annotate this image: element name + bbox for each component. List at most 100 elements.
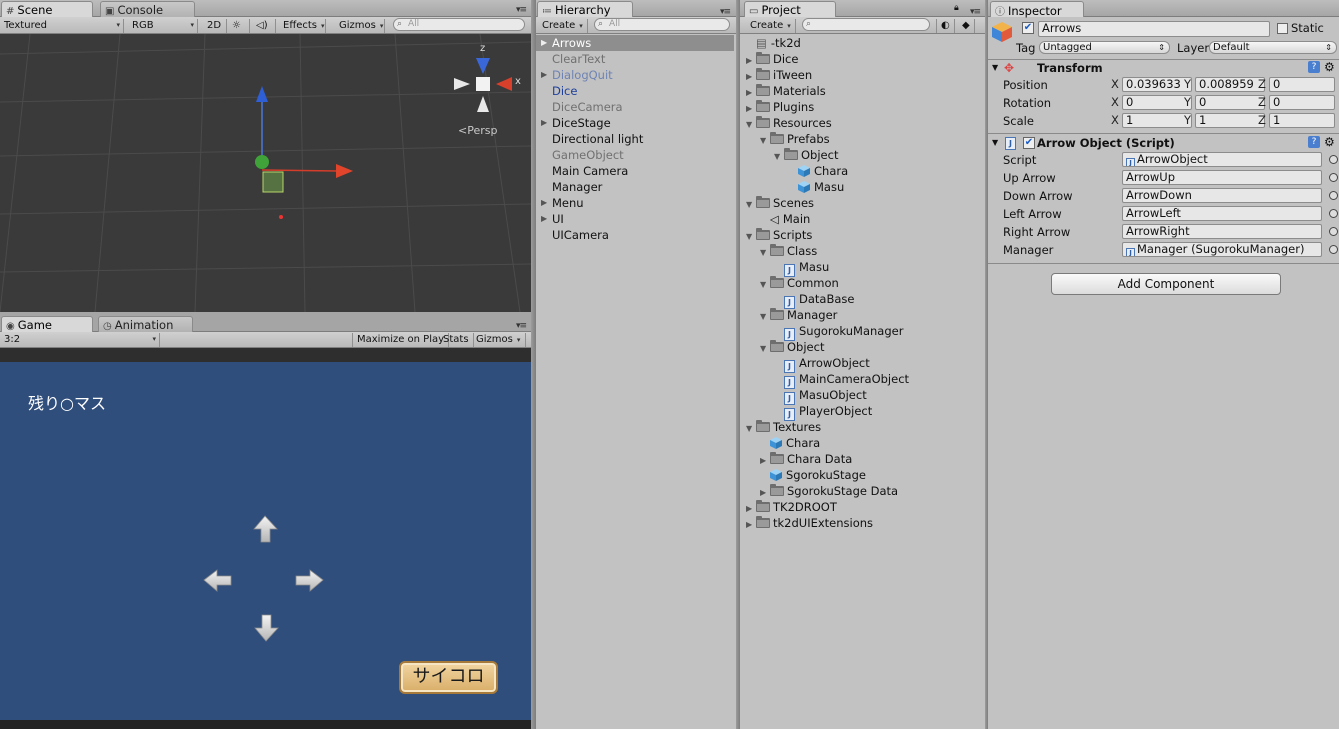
hierarchy-item[interactable]: ▶ DiceStage (536, 115, 734, 131)
project-item[interactable]: SgorokuStage (760, 467, 866, 483)
project-item[interactable]: ▼ Common (760, 275, 839, 291)
project-item[interactable]: J ArrowObject (774, 355, 870, 373)
object-picker-icon[interactable] (1329, 227, 1338, 236)
project-item[interactable]: Chara (760, 435, 820, 451)
component-enabled-checkbox[interactable]: ✔ (1023, 137, 1035, 149)
project-item[interactable]: ▤ -tk2d (746, 35, 801, 51)
object-picker-icon[interactable] (1329, 173, 1338, 182)
collapse-arrow-icon[interactable]: ▼ (746, 117, 756, 133)
collapse-arrow-icon[interactable]: ▼ (774, 149, 784, 165)
arrow-left-button[interactable] (203, 569, 232, 592)
effects-dropdown[interactable]: Effects ▾ (279, 19, 326, 33)
arrow-down-button[interactable] (254, 614, 279, 642)
hierarchy-item[interactable]: ClearText (536, 51, 734, 67)
project-item[interactable]: J MasuObject (774, 387, 867, 405)
arrow-right-button[interactable] (295, 569, 324, 592)
lighting-toggle[interactable]: ☼ (228, 19, 250, 33)
color-mode-dropdown[interactable]: RGB ▾ (128, 19, 198, 33)
transform-x-field[interactable]: 0.039633 (1122, 77, 1192, 92)
project-item[interactable]: ▼ Scripts (746, 227, 812, 243)
project-item[interactable]: ▶ tk2dUIExtensions (746, 515, 873, 531)
project-item[interactable]: ▼ Scenes (746, 195, 814, 211)
object-reference-field[interactable]: J Manager (SugorokuManager) (1122, 242, 1322, 257)
hierarchy-item[interactable]: ▶ UI (536, 211, 734, 227)
collapse-arrow-icon[interactable]: ▼ (760, 309, 770, 325)
collapse-arrow-icon[interactable]: ▼ (746, 421, 756, 437)
expand-arrow-icon[interactable]: ▶ (746, 517, 756, 533)
object-picker-icon[interactable] (1329, 209, 1338, 218)
project-item[interactable]: J Masu (774, 259, 829, 277)
tab-console[interactable]: ▣ Console (100, 1, 195, 17)
object-reference-field[interactable]: ArrowDown (1122, 188, 1322, 203)
project-item[interactable]: ▶ iTween (746, 67, 812, 83)
hierarchy-item[interactable]: GameObject (536, 147, 734, 163)
project-item[interactable]: ▶ Plugins (746, 99, 814, 115)
collapse-arrow-icon[interactable]: ▼ (760, 277, 770, 293)
hierarchy-search-input[interactable]: ⌕ All (594, 18, 730, 31)
collapse-arrow-icon[interactable]: ▼ (746, 229, 756, 245)
layer-dropdown[interactable]: Default ⇕ (1209, 41, 1337, 54)
gizmos-dropdown[interactable]: Gizmos ▾ (335, 19, 385, 33)
transform-z-field[interactable]: 0 (1269, 77, 1335, 92)
mode-2d-button[interactable]: 2D (203, 19, 227, 33)
help-icon[interactable]: ? (1308, 61, 1320, 73)
object-reference-field[interactable]: ArrowLeft (1122, 206, 1322, 221)
transform-x-field[interactable]: 1 (1122, 113, 1192, 128)
transform-y-field[interactable]: 0.008959 (1195, 77, 1265, 92)
project-item[interactable]: ▼ Resources (746, 115, 832, 131)
project-item[interactable]: Chara (788, 163, 848, 179)
filter-label-button[interactable]: ◆ (958, 19, 975, 33)
panel-menu-icon[interactable]: ▾≡ (970, 8, 982, 17)
collapse-arrow-icon[interactable]: ▼ (760, 245, 770, 261)
transform-z-field[interactable]: 1 (1269, 113, 1335, 128)
scene-viewport[interactable] (0, 34, 531, 312)
project-item[interactable]: ▼ Textures (746, 419, 821, 435)
gear-icon[interactable]: ⚙ (1324, 135, 1335, 149)
panel-menu-icon[interactable]: ▾≡ (720, 8, 732, 17)
stats-toggle[interactable]: Stats (439, 333, 474, 347)
filter-type-button[interactable]: ◐ (936, 19, 955, 33)
transform-y-field[interactable]: 0 (1195, 95, 1265, 110)
collapse-arrow-icon[interactable]: ▼ (760, 133, 770, 149)
project-item[interactable]: ▼ Class (760, 243, 817, 259)
project-item[interactable]: ▼ Prefabs (760, 131, 830, 147)
project-item[interactable]: J PlayerObject (774, 403, 872, 421)
gear-icon[interactable]: ⚙ (1324, 60, 1335, 74)
tab-inspector[interactable]: ⓘ Inspector (990, 1, 1084, 18)
maximize-on-play-toggle[interactable]: Maximize on Play (352, 333, 450, 347)
tag-dropdown[interactable]: Untagged ⇕ (1039, 41, 1170, 54)
audio-toggle[interactable]: ◁) (252, 19, 276, 33)
expand-arrow-icon[interactable]: ▶ (541, 35, 547, 51)
transform-z-field[interactable]: 0 (1269, 95, 1335, 110)
hierarchy-item[interactable]: ▶ DialogQuit (536, 67, 734, 83)
project-item[interactable]: ▶ Chara Data (760, 451, 852, 467)
project-item[interactable]: ▶ Dice (746, 51, 798, 67)
lock-icon[interactable]: 🔒︎ (954, 3, 959, 13)
hierarchy-item[interactable]: ▶ Menu (536, 195, 734, 211)
tab-scene[interactable]: # Scene (1, 1, 93, 17)
collapse-arrow-icon[interactable]: ▼ (760, 341, 770, 357)
object-picker-icon[interactable] (1329, 191, 1338, 200)
transform-y-field[interactable]: 1 (1195, 113, 1265, 128)
transform-header[interactable]: ▼ ✥ Transform ? ⚙ (988, 60, 1339, 77)
project-item[interactable]: J MainCameraObject (774, 371, 909, 389)
hierarchy-item[interactable]: Dice (536, 83, 734, 99)
tab-hierarchy[interactable]: ≔ Hierarchy (537, 1, 633, 17)
hierarchy-item[interactable]: Directional light (536, 131, 734, 147)
panel-menu-icon[interactable]: ▾≡ (516, 6, 528, 15)
project-item[interactable]: J SugorokuManager (774, 323, 903, 341)
object-picker-icon[interactable] (1329, 245, 1338, 254)
project-item[interactable]: ▶ SgorokuStage Data (760, 483, 898, 499)
project-item[interactable]: ▼ Manager (760, 307, 837, 323)
project-item[interactable]: Masu (788, 179, 844, 195)
project-item[interactable]: ◁ Main (760, 211, 810, 227)
tab-game[interactable]: ◉ Game (1, 316, 93, 332)
object-picker-icon[interactable] (1329, 155, 1338, 164)
hierarchy-item[interactable]: DiceCamera (536, 99, 734, 115)
hierarchy-create-dropdown[interactable]: Create ▾ (538, 19, 588, 33)
active-checkbox[interactable]: ✔ (1022, 22, 1034, 34)
transform-x-field[interactable]: 0 (1122, 95, 1192, 110)
hierarchy-item[interactable]: ▶ Arrows (536, 35, 734, 51)
projection-toggle[interactable]: <Persp (458, 124, 497, 137)
panel-menu-icon[interactable]: ▾≡ (516, 322, 528, 331)
